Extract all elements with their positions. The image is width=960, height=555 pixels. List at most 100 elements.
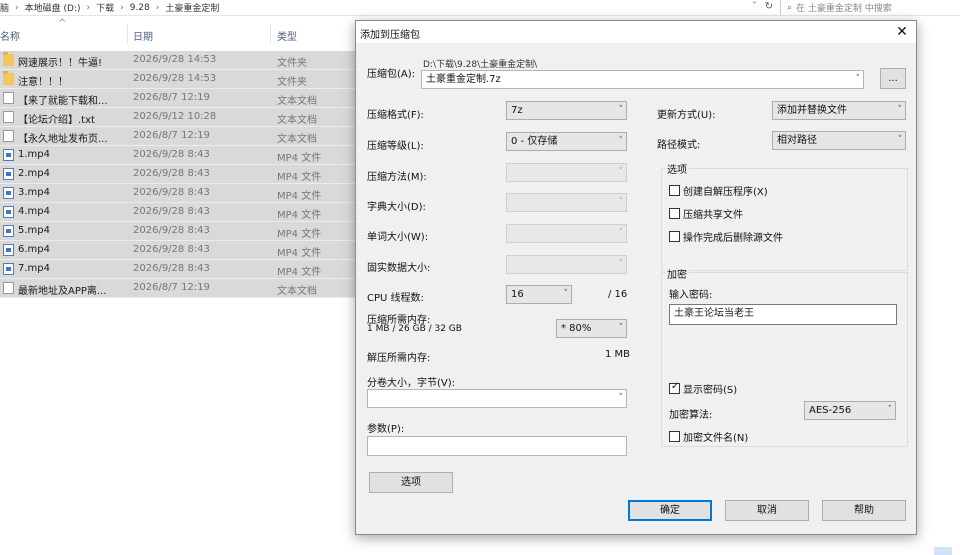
checkbox-icon	[669, 185, 680, 196]
chevron-down-icon: ˅	[618, 136, 624, 146]
close-icon[interactable]: ✕	[892, 23, 912, 41]
file-row[interactable]: 【论坛介绍】.txt 2026/9/12 10:28 文本文档	[0, 108, 356, 127]
text-file-icon	[3, 111, 14, 123]
file-row[interactable]: 最新地址及APP离... 2026/8/7 12:19 文本文档	[0, 279, 356, 298]
breadcrumb-item[interactable]: 本地磁盘 (D:)	[25, 1, 81, 14]
column-header-name[interactable]: 名称	[0, 28, 20, 43]
options-group-title: 选项	[665, 161, 689, 176]
threads-select[interactable]: 16 ˅	[506, 285, 572, 304]
format-select[interactable]: 7z ˅	[506, 101, 627, 120]
file-row[interactable]: 7.mp4 2026/9/28 8:43 MP4 文件	[0, 260, 356, 279]
file-row[interactable]: 【永久地址发布页... 2026/8/7 12:19 文本文档	[0, 127, 356, 146]
chevron-down-icon: ˅	[887, 405, 893, 415]
file-date: 2026/9/28 8:43	[133, 168, 210, 179]
search-input[interactable]: ⌕ 在 土豪重金定制 中搜索	[780, 0, 960, 15]
refresh-icon[interactable]: ↻	[762, 1, 776, 14]
file-date: 2026/9/28 14:53	[133, 73, 217, 84]
file-name: 3.mp4	[18, 187, 50, 198]
chevron-down-icon: ˅	[618, 259, 624, 269]
file-type: 文件夹	[277, 58, 307, 69]
mem-usage-select[interactable]: * 80% ˅	[556, 319, 627, 338]
file-date: 2026/9/28 8:43	[133, 225, 210, 236]
file-name: 注意！！！	[18, 77, 68, 88]
breadcrumb-item[interactable]: 下载	[96, 1, 114, 14]
breadcrumb-separator-icon: ›	[120, 2, 124, 13]
chevron-down-icon: ˅	[618, 197, 624, 207]
file-name: 1.mp4	[18, 149, 50, 160]
shared-files-checkbox[interactable]: 压缩共享文件	[669, 206, 743, 221]
chevron-down-icon[interactable]: ˅	[856, 71, 861, 88]
encrypt-filenames-checkbox[interactable]: 加密文件名(N)	[669, 429, 748, 444]
file-row[interactable]: 6.mp4 2026/9/28 8:43 MP4 文件	[0, 241, 356, 260]
split-label: 分卷大小，字节(V):	[367, 378, 456, 389]
split-volume-combo[interactable]: ˅	[367, 389, 627, 408]
breadcrumb-item[interactable]: 9.28	[130, 3, 150, 13]
browse-button[interactable]: ...	[880, 68, 906, 89]
column-header-date[interactable]: 日期	[133, 28, 153, 43]
shared-files-label: 压缩共享文件	[683, 210, 743, 221]
file-type: MP4 文件	[277, 229, 322, 240]
mem-decompress-value: 1 MB	[605, 349, 631, 360]
delete-after-checkbox[interactable]: 操作完成后删除源文件	[669, 229, 783, 244]
breadcrumb-item[interactable]: 土豪重金定制	[165, 1, 219, 14]
file-row[interactable]: 5.mp4 2026/9/28 8:43 MP4 文件	[0, 222, 356, 241]
column-header-type[interactable]: 类型	[277, 28, 297, 43]
file-name: 最新地址及APP离...	[18, 286, 107, 297]
file-name: 【论坛介绍】.txt	[18, 115, 95, 126]
update-mode-value: 添加并替换文件	[777, 105, 847, 116]
file-type: MP4 文件	[277, 248, 322, 259]
file-row[interactable]: 【来了就能下载和... 2026/8/7 12:19 文本文档	[0, 89, 356, 108]
chevron-down-icon[interactable]: ˅	[619, 390, 624, 407]
threads-value: 16	[511, 289, 524, 300]
dict-label: 字典大小(D):	[367, 202, 426, 213]
file-date: 2026/9/28 8:43	[133, 263, 210, 274]
archive-name-combo[interactable]: 土豪重金定制.7z ˅	[421, 70, 864, 89]
sfx-checkbox[interactable]: 创建自解压程序(X)	[669, 183, 768, 198]
file-row[interactable]: 3.mp4 2026/9/28 8:43 MP4 文件	[0, 184, 356, 203]
file-list: 网速展示！！牛逼! 2026/9/28 14:53 文件夹 注意！！！ 2026/9/2…	[0, 51, 356, 298]
text-file-icon	[3, 282, 14, 294]
path-mode-label: 路径模式:	[657, 140, 701, 151]
file-row[interactable]: 网速展示！！牛逼! 2026/9/28 14:53 文件夹	[0, 51, 356, 70]
column-divider[interactable]	[127, 24, 128, 44]
file-row[interactable]: 2.mp4 2026/9/28 8:43 MP4 文件	[0, 165, 356, 184]
breadcrumb-item[interactable]: 脑	[0, 1, 9, 14]
file-row[interactable]: 4.mp4 2026/9/28 8:43 MP4 文件	[0, 203, 356, 222]
encryption-method-label: 加密算法:	[669, 410, 713, 421]
help-button[interactable]: 帮助	[822, 500, 906, 521]
path-mode-value: 相对路径	[777, 135, 817, 146]
cancel-button[interactable]: 取消	[725, 500, 809, 521]
solid-select: ˅	[506, 255, 627, 274]
method-label: 压缩方法(M):	[367, 172, 427, 183]
update-mode-select[interactable]: 添加并替换文件 ˅	[772, 101, 906, 120]
word-label: 单词大小(W):	[367, 232, 429, 243]
ok-button[interactable]: 确定	[628, 500, 712, 521]
options-button[interactable]: 选项	[369, 472, 453, 493]
file-type: 文本文档	[277, 115, 317, 126]
file-row[interactable]: 注意！！！ 2026/9/28 14:53 文件夹	[0, 70, 356, 89]
password-input[interactable]: 土豪王论坛当老王	[669, 304, 897, 325]
file-name: 7.mp4	[18, 263, 50, 274]
file-name: 2.mp4	[18, 168, 50, 179]
level-label: 压缩等级(L):	[367, 141, 424, 152]
show-password-checkbox[interactable]: 显示密码(S)	[669, 381, 737, 396]
encryption-method-select[interactable]: AES-256 ˅	[804, 401, 896, 420]
column-divider[interactable]	[270, 24, 271, 44]
path-mode-select[interactable]: 相对路径 ˅	[772, 131, 906, 150]
scrollbar-thumb[interactable]	[934, 547, 952, 555]
threads-max: / 16	[608, 289, 628, 300]
file-date: 2026/9/28 14:53	[133, 54, 217, 65]
solid-label: 固实数据大小:	[367, 263, 431, 274]
address-dropdown-icon[interactable]: ˅	[748, 1, 761, 14]
video-file-icon	[3, 168, 14, 180]
chevron-down-icon: ˅	[897, 105, 903, 115]
method-select: ˅	[506, 163, 627, 182]
dialog-titlebar[interactable]: 添加到压缩包 ✕	[356, 21, 916, 43]
file-row[interactable]: 1.mp4 2026/9/28 8:43 MP4 文件	[0, 146, 356, 165]
text-file-icon	[3, 92, 14, 104]
level-select[interactable]: 0 - 仅存储 ˅	[506, 132, 627, 151]
file-date: 2026/9/12 10:28	[133, 111, 217, 122]
params-input[interactable]	[367, 436, 627, 456]
folder-icon	[3, 71, 14, 85]
checkbox-icon	[669, 431, 680, 442]
